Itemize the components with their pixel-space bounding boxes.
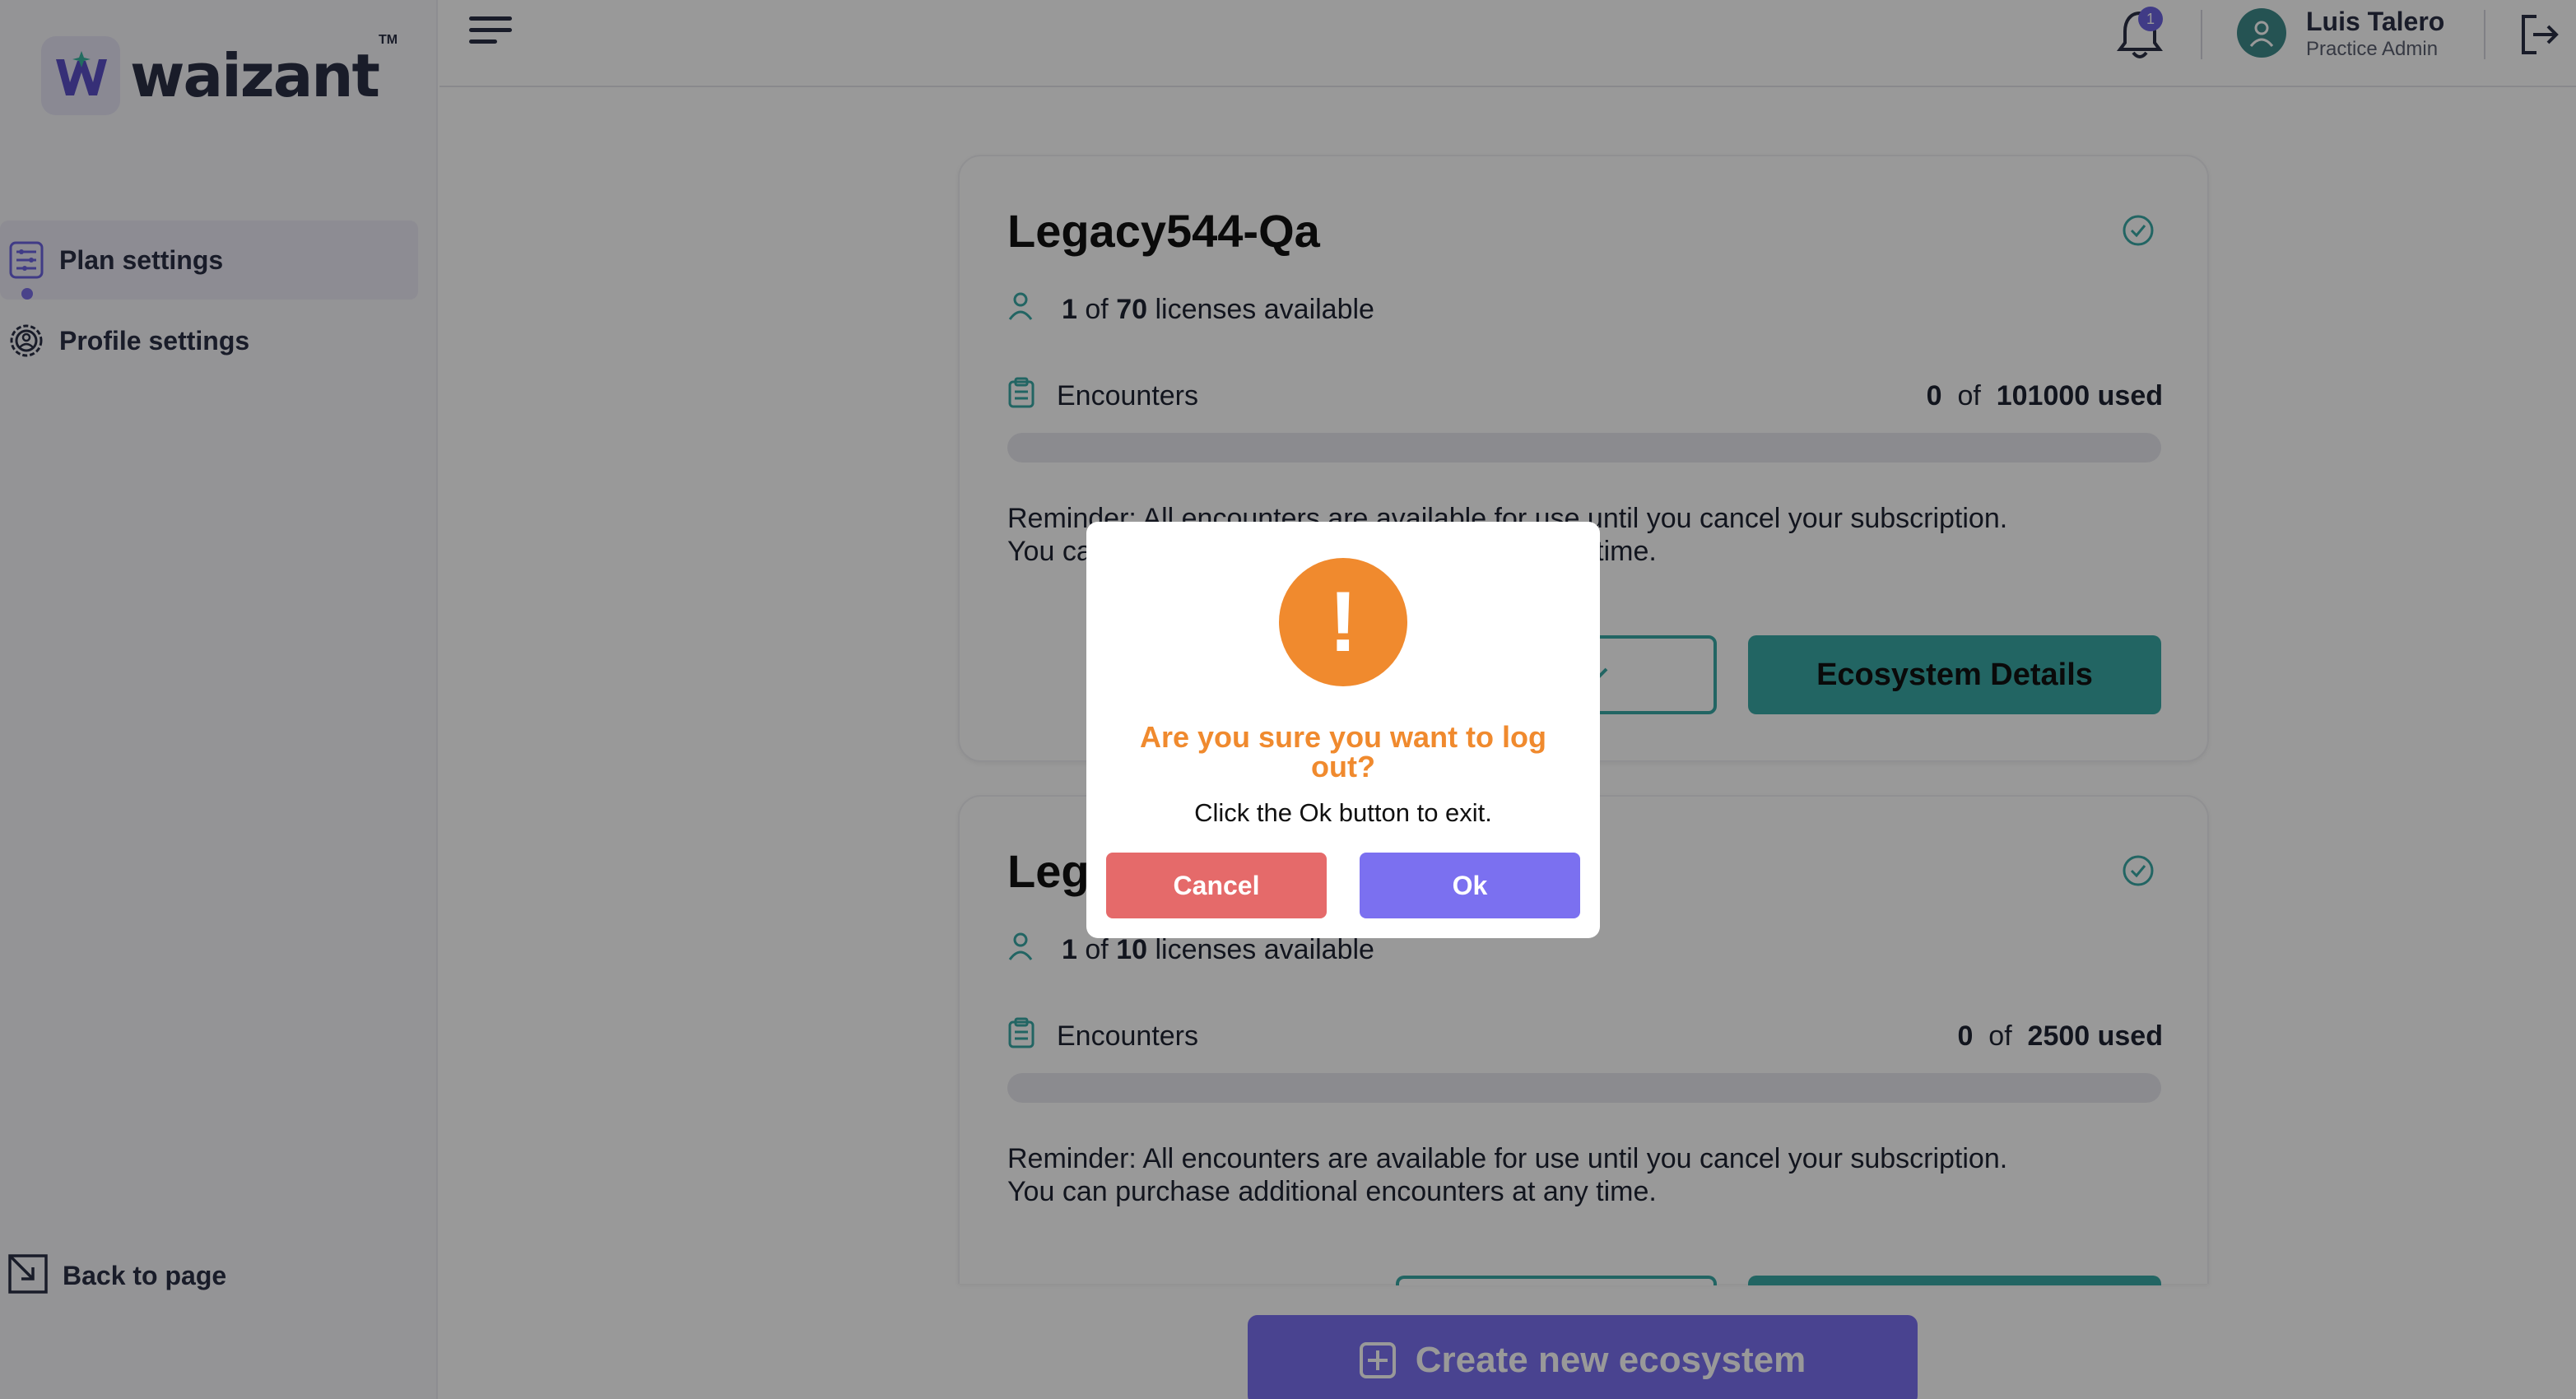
cancel-button[interactable]: Cancel xyxy=(1106,853,1327,918)
logout-confirm-dialog: ! Are you sure you want to log out? Clic… xyxy=(1086,522,1600,938)
warning-icon: ! xyxy=(1279,558,1407,686)
ok-button[interactable]: Ok xyxy=(1360,853,1580,918)
dialog-message: Click the Ok button to exit. xyxy=(1194,798,1492,827)
dialog-title: Are you sure you want to log out? xyxy=(1139,720,1547,783)
